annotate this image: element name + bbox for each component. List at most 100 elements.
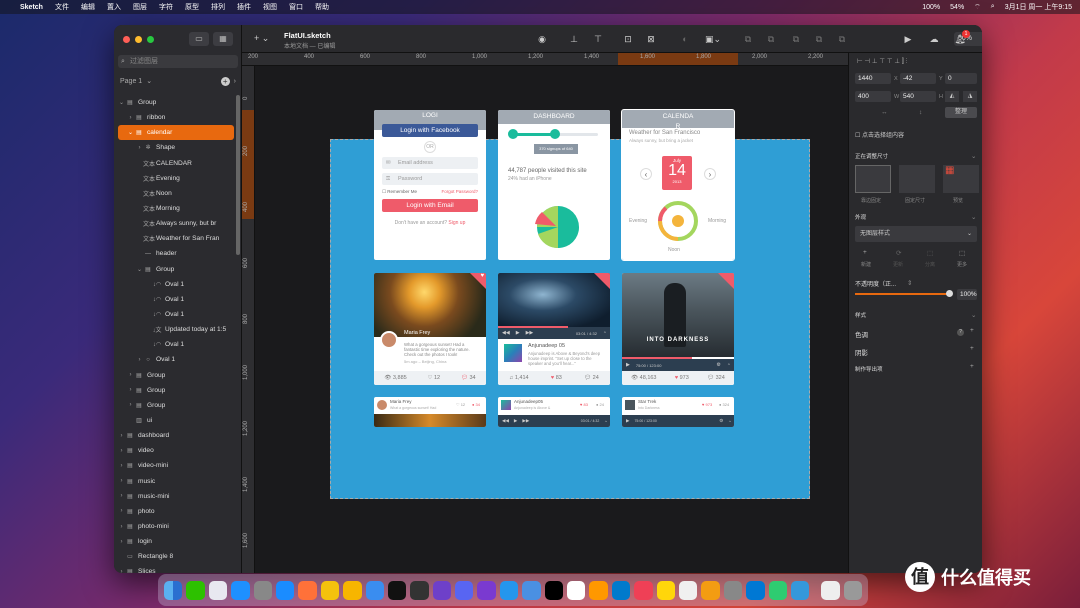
preview-icon[interactable] <box>723 580 743 600</box>
layer-item[interactable]: › ✲ Shape <box>114 140 238 155</box>
add-export-icon[interactable]: + <box>970 363 974 370</box>
menu-help[interactable]: 帮助 <box>315 2 329 12</box>
resizing-collapse-icon[interactable]: ⌄ <box>971 152 976 160</box>
forward-icon[interactable]: ▶▶ <box>526 330 534 336</box>
wechat-icon[interactable] <box>186 580 205 600</box>
disclosure-icon[interactable]: › <box>118 478 125 484</box>
document-icon[interactable] <box>821 580 840 600</box>
fit-width-icon[interactable]: ↔ <box>881 109 888 116</box>
disclosure-icon[interactable]: › <box>127 387 134 393</box>
layer-item[interactable]: 文本 Morning <box>114 201 238 216</box>
search-icon[interactable]: ⌕ <box>991 3 995 11</box>
dashboard-card[interactable]: DASHBOARD 370 signups of 640 44,787 peop… <box>498 110 610 260</box>
layer-item[interactable]: 文本 Evening <box>114 171 238 186</box>
menu-view[interactable]: 视图 <box>263 2 277 12</box>
system-preferences-icon[interactable] <box>253 580 272 600</box>
add-shadow-icon[interactable]: + <box>970 345 974 352</box>
layer-scrollbar[interactable] <box>236 95 240 255</box>
password-field[interactable]: ⚿ Password <box>382 173 478 185</box>
menu-arrange[interactable]: 排列 <box>211 2 225 12</box>
menu-edit[interactable]: 编辑 <box>81 2 95 12</box>
opacity-stepper-icon[interactable]: ⇕ <box>907 279 912 287</box>
forgot-password-link[interactable]: Forgot Password? <box>441 189 478 195</box>
pocket-icon[interactable] <box>634 580 653 600</box>
app-store-icon[interactable] <box>275 580 295 600</box>
photo-mini-card[interactable]: Maria Frey What a gorgeous sunset! Had ♡… <box>374 397 486 427</box>
align-horizontal-icon[interactable]: ⊤ <box>592 33 604 45</box>
video-player-bar[interactable]: ▶ 75:00 / 123:00 ⚙ ◔ <box>622 359 734 371</box>
layer-item[interactable]: › ▤ video <box>114 443 238 458</box>
things-icon[interactable] <box>522 580 541 600</box>
calendar-card[interactable]: CALENDA R Weather for San Francisco Alway… <box>621 109 735 261</box>
layer-item[interactable]: ↓◠ Oval 1 <box>114 277 238 292</box>
layer-item[interactable]: › ▤ Slices <box>114 564 238 573</box>
video-mini-card[interactable]: Star Trek Into Darkness ♥ 973 ● 324 ▶ 75:… <box>622 397 734 427</box>
heart-ribbon-icon[interactable] <box>594 273 610 289</box>
battery-percent[interactable]: 54% <box>950 4 964 11</box>
detach-style-icon[interactable]: ⬚ <box>927 249 933 257</box>
firefox-icon[interactable] <box>298 580 317 600</box>
minimize-window-button[interactable] <box>135 36 142 43</box>
heart-outline-icon[interactable]: ♡ <box>428 375 433 381</box>
flip-vertical-icon[interactable]: ◮ <box>963 91 977 102</box>
disclosure-icon[interactable]: › <box>136 357 143 363</box>
butterfly-icon[interactable] <box>701 580 720 600</box>
union-icon[interactable]: ⧉ <box>742 33 754 45</box>
flip-horizontal-icon[interactable]: ◭ <box>945 91 959 102</box>
terminal-icon[interactable] <box>387 580 407 600</box>
close-window-button[interactable] <box>123 36 130 43</box>
comment-icon[interactable]: 💬︎ <box>707 375 714 381</box>
mini-music-bar[interactable]: ◀◀ ▶ ▶▶ 03:01 / 4:32 ◔ <box>498 415 610 427</box>
intersect-icon[interactable]: ⧉ <box>790 33 802 45</box>
heart-icon[interactable]: ♥ <box>551 375 554 381</box>
github-icon[interactable] <box>432 580 452 600</box>
zoom-window-button[interactable] <box>147 36 154 43</box>
facebook-login-button[interactable]: Login with Facebook <box>382 124 478 137</box>
disclosure-icon[interactable]: › <box>118 539 125 545</box>
comment-icon[interactable]: 💬︎ <box>584 375 591 381</box>
wifi-icon[interactable]: ⌔ <box>974 3 981 12</box>
layer-style-select[interactable]: 无图层样式 ⌄ <box>855 226 977 242</box>
finder-icon[interactable] <box>164 580 183 600</box>
symbol-icon[interactable]: ◉ <box>536 33 548 45</box>
layer-item[interactable]: 文本 Weather for San Fran <box>114 231 238 246</box>
disclosure-icon[interactable]: › <box>127 402 134 408</box>
grid-icon[interactable]: ▦ <box>213 32 233 46</box>
opacity-input[interactable]: 100% <box>957 289 977 300</box>
layer-item[interactable]: › ▤ music <box>114 474 238 489</box>
disclosure-icon[interactable]: ⌄ <box>136 266 143 273</box>
signup-link[interactable]: Sign up <box>448 220 465 226</box>
layer-item[interactable]: › ▤ music-mini <box>114 489 238 504</box>
vertical-ruler[interactable]: 0 200 400 600 800 1,000 1,200 1,400 1,600 <box>242 66 255 573</box>
intellij-icon[interactable] <box>544 580 564 600</box>
istat-icon[interactable] <box>768 580 787 600</box>
textedit-icon[interactable] <box>678 580 698 600</box>
mini-video-likes[interactable]: ♥ 973 <box>702 402 712 407</box>
select-group-content-checkbox[interactable]: ☐ 点击选择组内容 <box>855 130 904 139</box>
volume-icon[interactable]: ◔ <box>603 330 606 336</box>
subtract-icon[interactable]: ⧉ <box>765 33 777 45</box>
notion-icon[interactable] <box>567 580 586 600</box>
insert-button[interactable]: + ⌄ <box>254 33 269 44</box>
menu-window[interactable]: 窗口 <box>289 2 303 12</box>
more-style-icon[interactable]: ⬚ <box>959 249 965 257</box>
disclosure-icon[interactable]: › <box>118 493 125 499</box>
canvas[interactable]: LOGIN Login with Facebook OR ✉Email addr… <box>255 66 848 573</box>
disclosure-icon[interactable]: › <box>118 569 125 573</box>
mini-photo-likes[interactable]: ♡ 12 <box>456 402 465 407</box>
appearance-collapse-icon[interactable]: ⌄ <box>971 213 976 221</box>
chevron-right-icon[interactable]: › <box>234 78 236 85</box>
menu-insert[interactable]: 置入 <box>107 2 121 12</box>
layer-item[interactable]: ⌄ ▤ calendar <box>118 125 234 141</box>
page-selector[interactable]: Page 1 ⌄ + › <box>120 75 236 87</box>
layer-item[interactable]: ↓文 Updated today at 1:5 <box>114 322 238 337</box>
battery-status[interactable]: 100% <box>922 4 940 11</box>
x-position-input[interactable]: 1440 <box>855 73 891 84</box>
layer-item[interactable]: 文本 CALENDAR <box>114 156 238 171</box>
difference-icon[interactable]: ⧉ <box>813 33 825 45</box>
photo-card[interactable]: ♥ Maria Frey What a gorgeous sunset! Had… <box>374 273 486 385</box>
music-progress[interactable] <box>498 326 568 328</box>
next-arrow-icon[interactable]: › <box>704 168 716 180</box>
width-input[interactable]: 400 <box>855 91 891 102</box>
layer-item[interactable]: ⌄ ▤ Group <box>114 262 238 277</box>
